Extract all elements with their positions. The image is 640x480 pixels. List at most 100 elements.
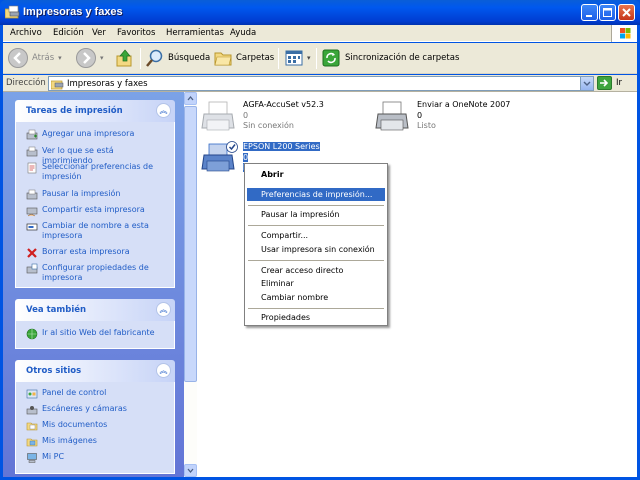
menu-item-pause-printing[interactable]: Pausar la impresión — [247, 208, 385, 221]
menu-item-properties[interactable]: Propiedades — [247, 311, 385, 324]
sync-folders-button[interactable]: Sincronización de carpetas — [321, 47, 459, 69]
other-places-header[interactable]: Otros sitios ︽ — [15, 360, 175, 382]
context-menu: Abrir Preferencias de impresión... Pausa… — [244, 163, 388, 326]
printer-icon — [375, 101, 409, 131]
see-also-manufacturer-site[interactable]: Ir al sitio Web del fabricante — [26, 328, 166, 340]
delete-x-icon — [27, 248, 37, 258]
see-also-panel: Vea también ︽ Ir al sitio Web del fabric… — [15, 299, 175, 349]
scroll-up-button[interactable] — [184, 92, 197, 105]
menu-item-rename[interactable]: Cambiar nombre — [247, 291, 385, 304]
menu-item-create-shortcut[interactable]: Crear acceso directo — [247, 264, 385, 277]
menu-item-use-offline[interactable]: Usar impresora sin conexión — [247, 243, 385, 256]
printer-name: Enviar a OneNote 2007 — [417, 100, 511, 109]
forward-button[interactable]: ▾ — [75, 47, 104, 69]
print-tasks-panel: Tareas de impresión ︽ Agregar una impres… — [15, 100, 175, 288]
printer-item-agfa[interactable]: AGFA-AccuSet v52.3 0 Sin conexión — [201, 100, 341, 134]
task-pane-scrollbar[interactable] — [184, 92, 197, 477]
task-delete-printer[interactable]: Borrar esta impresora — [26, 247, 166, 259]
address-value: Impresoras y faxes — [67, 79, 148, 89]
other-places-panel: Otros sitios ︽ Panel de control Escánere… — [15, 360, 175, 474]
printer-name: AGFA-AccuSet v52.3 — [243, 100, 324, 109]
up-folder-button[interactable] — [115, 47, 135, 69]
preferences-icon — [27, 162, 37, 174]
panel-title: Tareas de impresión — [26, 106, 123, 116]
menu-separator — [248, 205, 384, 206]
go-label[interactable]: Ir — [616, 78, 622, 88]
printer-folder-icon — [51, 80, 64, 90]
task-share-printer[interactable]: Compartir esta impresora — [26, 205, 166, 217]
back-button[interactable]: Atrás ▾ — [7, 47, 62, 69]
printer-name: EPSON L200 Series — [243, 142, 320, 151]
scanner-camera-icon — [26, 406, 38, 415]
rename-icon — [26, 223, 38, 231]
pictures-folder-icon — [26, 438, 38, 447]
menu-separator — [248, 260, 384, 261]
task-rename-printer[interactable]: Cambiar de nombre a esta impresora — [26, 221, 166, 241]
print-tasks-header[interactable]: Tareas de impresión ︽ — [15, 100, 175, 122]
toolbar-separator — [278, 48, 279, 69]
minimize-button[interactable] — [581, 4, 598, 21]
menu-ver[interactable]: Ver — [92, 28, 106, 38]
back-arrow-icon — [8, 48, 28, 68]
views-dropdown-icon[interactable]: ▾ — [307, 54, 311, 62]
place-control-panel[interactable]: Panel de control — [26, 388, 166, 400]
scroll-down-button[interactable] — [184, 464, 197, 477]
chevron-down-icon — [583, 81, 591, 86]
web-globe-icon — [26, 328, 38, 340]
place-my-computer[interactable]: Mi PC — [26, 452, 166, 464]
toolbar: Atrás ▾ ▾ Búsqueda Carpetas ▾ Sincroniza… — [3, 43, 637, 74]
explorer-window: Impresoras y faxes Archivo Edición Ver F… — [0, 0, 640, 480]
go-button[interactable] — [597, 76, 612, 90]
back-dropdown-icon[interactable]: ▾ — [58, 54, 62, 62]
address-dropdown[interactable] — [580, 77, 593, 90]
collapse-chevron-icon[interactable]: ︽ — [156, 103, 171, 118]
printer-offline-icon — [201, 101, 235, 131]
menu-favoritos[interactable]: Favoritos — [117, 28, 155, 38]
menu-archivo[interactable]: Archivo — [10, 28, 42, 38]
task-add-printer[interactable]: Agregar una impresora — [26, 129, 166, 141]
close-button[interactable] — [618, 4, 635, 21]
menu-herramientas[interactable]: Herramientas — [166, 28, 224, 38]
printer-item-onenote[interactable]: Enviar a OneNote 2007 0 Listo — [375, 100, 535, 134]
views-button[interactable]: ▾ — [284, 47, 311, 69]
panel-title: Vea también — [26, 305, 87, 315]
menu-item-share[interactable]: Compartir... — [247, 229, 385, 242]
place-my-documents[interactable]: Mis documentos — [26, 420, 166, 432]
collapse-chevron-icon[interactable]: ︽ — [156, 302, 171, 317]
sync-icon — [322, 49, 340, 67]
address-bar: Dirección Impresoras y faxes Ir — [3, 75, 637, 92]
windows-logo — [611, 25, 637, 42]
go-arrow-icon — [600, 79, 609, 87]
panel-title: Otros sitios — [26, 366, 82, 376]
printer-docs: 0 — [243, 111, 249, 120]
window-title: Impresoras y faxes — [23, 6, 123, 18]
scroll-thumb[interactable] — [184, 106, 197, 382]
address-field[interactable]: Impresoras y faxes — [48, 76, 594, 91]
task-pause-printing[interactable]: Pausar la impresión — [26, 189, 166, 201]
search-button[interactable]: Búsqueda — [145, 47, 210, 69]
toolbar-separator — [140, 48, 141, 69]
folders-button[interactable]: Carpetas — [213, 47, 274, 69]
title-bar[interactable]: Impresoras y faxes — [0, 0, 640, 25]
collapse-chevron-icon[interactable]: ︽ — [156, 363, 171, 378]
place-scanners-cameras[interactable]: Escáneres y cámaras — [26, 404, 166, 416]
menu-ayuda[interactable]: Ayuda — [230, 28, 256, 38]
menu-item-open[interactable]: Abrir — [247, 168, 385, 181]
menu-item-print-preferences[interactable]: Preferencias de impresión... — [247, 188, 385, 201]
properties-icon — [26, 263, 38, 274]
see-also-header[interactable]: Vea también ︽ — [15, 299, 175, 321]
toolbar-separator — [316, 48, 317, 69]
address-label: Dirección — [6, 78, 46, 88]
menu-edicion[interactable]: Edición — [53, 28, 84, 38]
task-printer-properties[interactable]: Configurar propiedades de impresora — [26, 263, 166, 283]
forward-dropdown-icon[interactable]: ▾ — [100, 54, 104, 62]
chevron-up-icon — [187, 95, 194, 101]
task-pane: Tareas de impresión ︽ Agregar una impres… — [3, 92, 184, 477]
print-queue-icon — [26, 146, 38, 157]
place-my-pictures[interactable]: Mis imágenes — [26, 436, 166, 448]
printer-status: Listo — [417, 121, 436, 130]
menu-item-delete[interactable]: Eliminar — [247, 277, 385, 290]
maximize-button[interactable] — [599, 4, 616, 21]
task-select-preferences[interactable]: Seleccionar preferencias de impresión — [26, 162, 166, 182]
default-printer-icon — [201, 141, 238, 172]
